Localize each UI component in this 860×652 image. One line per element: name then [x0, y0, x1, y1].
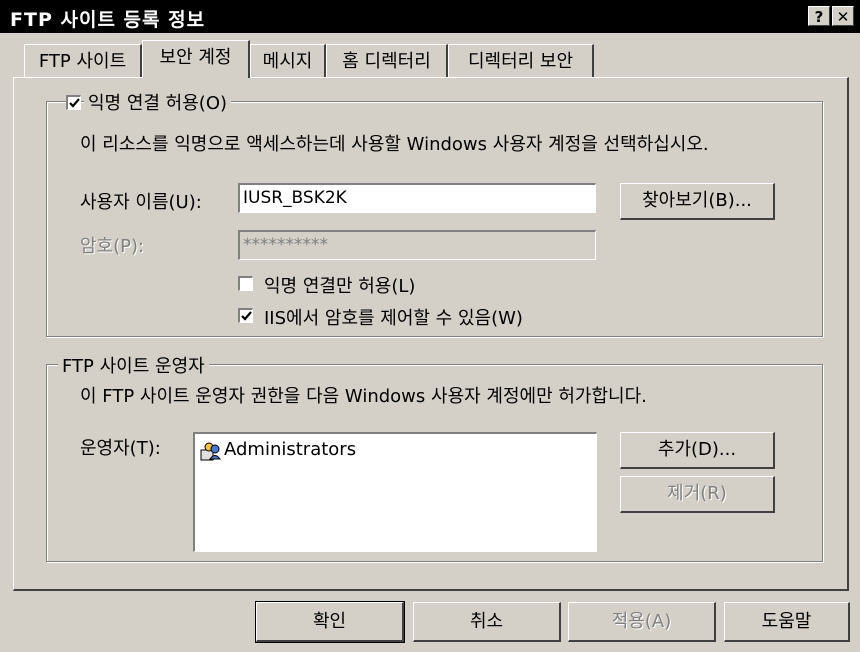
help-button[interactable]: 도움말	[724, 602, 850, 642]
properties-dialog: FTP 사이트 등록 정보 ? ✕ FTP 사이트 보안 계정 메시지 홈 디렉…	[0, 0, 860, 652]
anonymous-description: 이 리소스를 익명으로 액세스하는데 사용할 Windows 사용자 계정을 선…	[80, 134, 709, 155]
dialog-title: FTP 사이트 등록 정보	[10, 9, 206, 31]
operators-description: 이 FTP 사이트 운영자 권한을 다음 Windows 사용자 계정에만 허가…	[80, 386, 647, 407]
cancel-button[interactable]: 취소	[413, 602, 561, 642]
close-button[interactable]: ✕	[832, 6, 854, 26]
browse-button[interactable]: 찾아보기(B)...	[620, 183, 775, 220]
apply-button[interactable]: 적용(A)	[568, 602, 716, 642]
title-bar[interactable]: FTP 사이트 등록 정보 ? ✕	[0, 0, 860, 33]
only-anonymous-label[interactable]: 익명 연결만 허용(L)	[264, 272, 415, 298]
iis-password-checkbox[interactable]	[238, 308, 253, 323]
username-label: 사용자 이름(U):	[80, 192, 202, 213]
password-input[interactable]: **********	[238, 230, 596, 260]
checkmark-icon	[241, 311, 252, 321]
operators-list-label: 운영자(T):	[80, 438, 161, 459]
password-label: 암호(P):	[80, 236, 145, 257]
help-title-button[interactable]: ?	[808, 6, 830, 26]
ok-button[interactable]: 확인	[255, 601, 405, 643]
tab-messages[interactable]: 메시지	[250, 44, 326, 77]
remove-operator-button[interactable]: 제거(R)	[620, 476, 775, 513]
tab-directory-security[interactable]: 디렉터리 보안	[448, 44, 594, 77]
operators-list[interactable]: Administrators	[193, 432, 597, 552]
tab-home-directory[interactable]: 홈 디렉터리	[326, 44, 448, 77]
iis-password-label[interactable]: IIS에서 암호를 제어할 수 있음(W)	[264, 304, 523, 330]
anonymous-checkbox[interactable]	[66, 95, 81, 110]
anonymous-checkbox-label[interactable]: 익명 연결 허용(O)	[84, 89, 232, 115]
checkmark-icon	[69, 98, 80, 108]
tab-ftp-site[interactable]: FTP 사이트	[24, 44, 142, 77]
user-group-icon	[200, 441, 221, 461]
tab-security-accounts[interactable]: 보안 계정	[142, 40, 250, 78]
operators-group-title: FTP 사이트 운영자	[58, 352, 209, 378]
add-operator-button[interactable]: 추가(D)...	[620, 432, 775, 469]
username-input[interactable]: IUSR_BSK2K	[238, 183, 596, 213]
only-anonymous-checkbox[interactable]	[238, 276, 253, 291]
operator-name: Administrators	[224, 439, 357, 460]
